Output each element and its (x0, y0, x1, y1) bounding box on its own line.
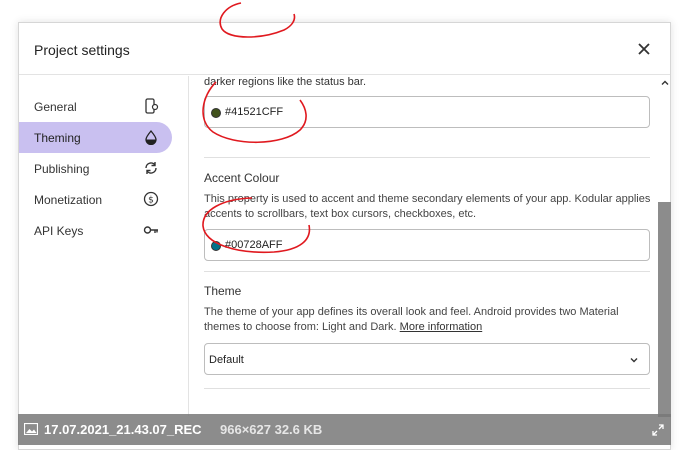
dollar-circle-icon: $ (143, 191, 159, 207)
accent-colour-description: This property is used to accent and them… (204, 193, 651, 220)
expand-icon[interactable] (651, 423, 665, 437)
project-settings-dialog: Project settings General Theming Publish… (18, 22, 671, 450)
divider (204, 388, 650, 389)
sidebar-item-monetization[interactable]: Monetization $ (19, 184, 188, 215)
sidebar-item-label: Theming (34, 131, 81, 145)
sidebar-item-general[interactable]: General (19, 91, 188, 122)
sidebar-item-label: Publishing (34, 162, 90, 176)
primary-dark-description: darker regions like the status bar. (204, 76, 367, 88)
accent-color-field[interactable]: #00728AFF (204, 229, 650, 261)
content-scrollbar[interactable] (658, 76, 672, 417)
theme-select[interactable]: Default (204, 343, 650, 375)
theming-content: darker regions like the status bar. #415… (190, 76, 658, 416)
chevron-up-icon[interactable] (660, 78, 670, 88)
primary-dark-value: #41521CFF (225, 106, 284, 118)
svg-text:$: $ (148, 196, 154, 206)
primary-dark-color-field[interactable]: #41521CFF (204, 96, 650, 128)
theme-select-value: Default (209, 354, 244, 366)
chevron-down-icon (630, 358, 638, 363)
primary-dark-swatch[interactable] (211, 108, 221, 118)
image-icon (24, 423, 38, 435)
caption-filename: 17.07.2021_21.43.07_REC (44, 422, 202, 437)
sidebar-item-label: Monetization (34, 193, 103, 207)
sync-icon (145, 162, 157, 174)
key-icon (143, 226, 158, 234)
image-caption-bar: 17.07.2021_21.43.07_REC 966×627 32.6 KB (18, 414, 671, 445)
accent-value: #00728AFF (225, 239, 283, 251)
scrollbar-thumb[interactable] (658, 202, 671, 417)
caption-meta: 966×627 32.6 KB (220, 422, 323, 437)
theme-description: The theme of your app defines its overal… (204, 305, 654, 335)
theme-title: Theme (204, 284, 242, 298)
close-icon[interactable] (634, 39, 654, 59)
sidebar-item-label: API Keys (34, 224, 84, 238)
divider (204, 271, 650, 272)
divider (204, 157, 650, 158)
phone-settings-icon (145, 98, 159, 114)
more-information-link[interactable]: More information (400, 321, 483, 333)
sidebar-item-publishing[interactable]: Publishing (19, 153, 188, 184)
dialog-title: Project settings (34, 42, 130, 58)
sidebar-item-api-keys[interactable]: API Keys (19, 215, 188, 246)
sidebar-item-label: General (34, 100, 77, 114)
accent-swatch[interactable] (211, 241, 221, 251)
settings-sidebar: General Theming Publishing Monetization (19, 76, 189, 416)
accent-colour-title: Accent Colour (204, 171, 280, 185)
droplet-icon (145, 129, 157, 145)
sidebar-item-theming[interactable]: Theming (19, 122, 172, 153)
dialog-header: Project settings (19, 23, 670, 75)
